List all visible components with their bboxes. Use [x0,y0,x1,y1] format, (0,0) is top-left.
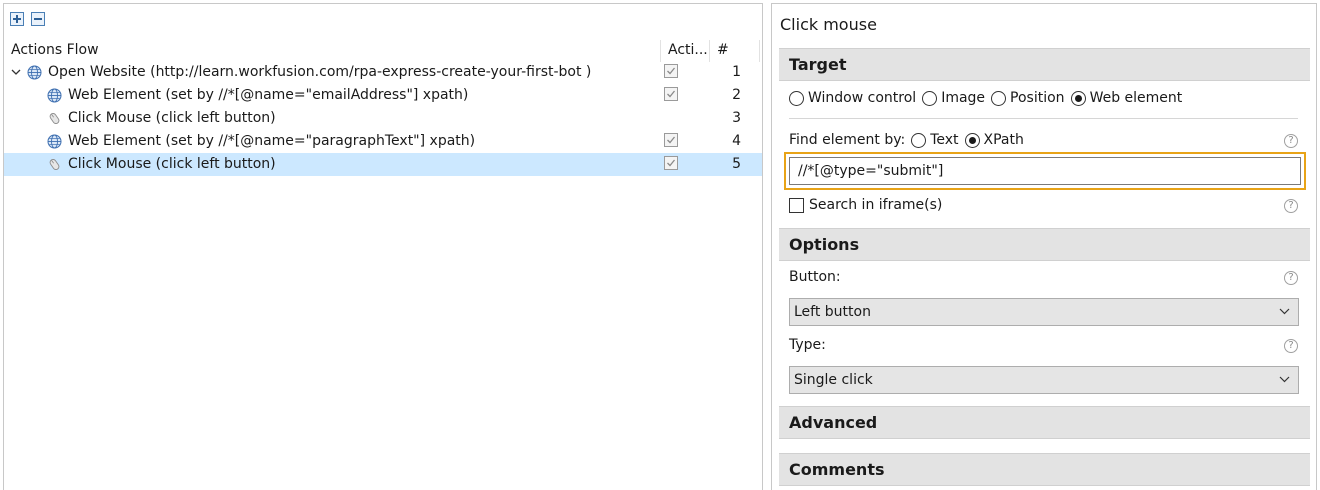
active-checkbox[interactable] [664,87,678,101]
radio-label: XPath [983,132,1024,148]
row-label: Click Mouse (click left button) [68,156,276,172]
search-iframe-checkbox[interactable] [789,198,804,213]
tree-row-click-mouse[interactable]: Click Mouse (click left button) 3 [4,107,762,130]
radio-circle-selected[interactable] [1070,90,1086,106]
row-number: 3 [732,110,741,126]
find-element-group: Find element by: Text XPath [789,132,1030,148]
column-header-actions-flow[interactable]: Actions Flow [11,36,99,64]
chevron-down-icon [1279,376,1290,383]
chevron-down-icon [1279,308,1290,315]
type-select[interactable]: Single click [789,366,1299,394]
mouse-icon [47,157,62,172]
mouse-icon [47,111,62,126]
type-select-value: Single click [794,372,873,388]
radio-circle[interactable] [991,90,1007,106]
xpath-input-focus-ring: //*[@type="submit"] [784,152,1306,190]
globe-icon [47,88,62,103]
active-checkbox[interactable] [664,156,678,170]
column-separator[interactable] [660,40,661,62]
section-comments-heading: Comments [789,460,885,479]
row-label: Web Element (set by //*[@name="paragraph… [68,133,476,149]
radio-web-element[interactable]: Web element [1070,90,1183,106]
radio-find-text[interactable]: Text [911,132,959,148]
row-number: 2 [732,87,741,103]
expand-all-icon[interactable] [10,12,24,26]
tree-row-web-element-paragraph[interactable]: Web Element (set by //*[@name="paragraph… [4,130,762,153]
section-options-heading: Options [789,235,860,254]
radio-circle[interactable] [922,90,938,106]
section-comments[interactable]: Comments [779,453,1310,486]
radio-image[interactable]: Image [922,90,985,106]
type-field-label: Type: [789,337,826,353]
section-advanced-heading: Advanced [789,413,878,432]
chevron-down-icon[interactable] [11,61,23,84]
help-icon[interactable]: ? [1284,199,1298,213]
column-header-active[interactable]: Acti... [668,36,708,64]
tree-row-web-element-email[interactable]: Web Element (set by //*[@name="emailAddr… [4,84,762,107]
target-mode-group: Window control Image Position Web elemen… [789,90,1188,106]
row-label: Open Website (http://learn.workfusion.co… [48,64,592,80]
radio-circle[interactable] [911,132,927,148]
section-options[interactable]: Options [779,228,1310,261]
section-target-heading: Target [789,55,847,74]
tree-row-open-website[interactable]: Open Website (http://learn.workfusion.co… [4,61,762,84]
help-icon[interactable]: ? [1284,134,1298,148]
tree-row-click-mouse-selected[interactable]: Click Mouse (click left button) 5 [4,153,762,176]
section-advanced[interactable]: Advanced [779,406,1310,439]
section-target[interactable]: Target [779,48,1310,81]
active-checkbox[interactable] [664,64,678,78]
button-select-value: Left button [794,304,871,320]
globe-icon [27,65,42,80]
radio-circle-selected[interactable] [964,132,980,148]
help-icon[interactable]: ? [1284,339,1298,353]
search-iframe-label: Search in iframe(s) [809,197,943,213]
button-select[interactable]: Left button [789,298,1299,326]
globe-icon [47,134,62,149]
column-separator[interactable] [759,40,760,62]
row-number: 5 [732,156,741,172]
panel-title: Click mouse [780,15,877,34]
button-field-label: Button: [789,269,841,285]
properties-panel: Click mouse Target Window control Image … [771,3,1317,490]
radio-label: Window control [808,90,917,106]
radio-position[interactable]: Position [991,90,1065,106]
row-label: Web Element (set by //*[@name="emailAddr… [68,87,469,103]
find-element-label: Find element by: [789,132,906,148]
radio-circle[interactable] [789,90,804,106]
tree-header: Actions Flow Acti... # [4,36,762,64]
radio-label: Web element [1089,90,1183,106]
radio-label: Image [941,90,986,106]
row-label: Click Mouse (click left button) [68,110,276,126]
help-icon[interactable]: ? [1284,271,1298,285]
divider [789,118,1298,119]
column-separator[interactable] [709,40,710,62]
radio-find-xpath[interactable]: XPath [964,132,1024,148]
collapse-all-icon[interactable] [31,12,45,26]
radio-label: Text [930,132,959,148]
actions-flow-panel: Actions Flow Acti... # Open Website (htt… [3,3,763,490]
radio-window-control[interactable]: Window control [789,90,916,106]
tree-toolbar [10,12,45,28]
column-header-number[interactable]: # [717,36,729,64]
active-checkbox[interactable] [664,133,678,147]
row-number: 4 [732,133,741,149]
radio-label: Position [1010,90,1065,106]
xpath-input[interactable]: //*[@type="submit"] [789,157,1301,185]
row-number: 1 [732,64,741,80]
